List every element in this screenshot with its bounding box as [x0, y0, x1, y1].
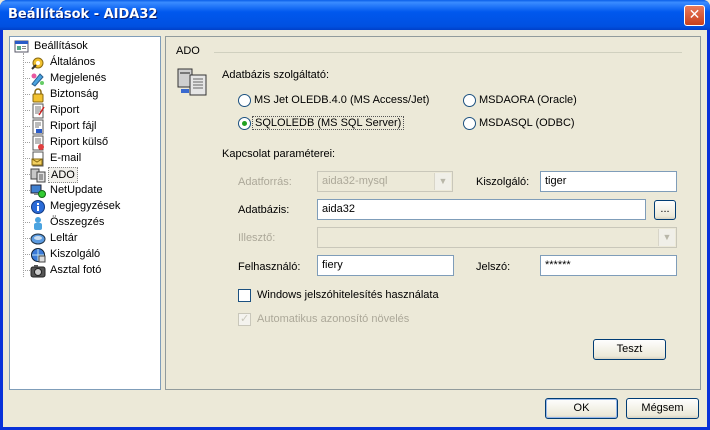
password-input[interactable]: ******: [540, 255, 677, 276]
appearance-icon: [31, 73, 44, 87]
chevron-down-icon[interactable]: ▼: [434, 173, 451, 190]
database-label: Adatbázis:: [238, 204, 290, 216]
user-input[interactable]: fiery: [317, 255, 454, 276]
auto-id-checkbox[interactable]: [238, 312, 251, 326]
settings-window: Beállítások - AIDA32 ✕ Beállítások Által…: [0, 0, 710, 430]
database-input[interactable]: aida32: [317, 199, 646, 220]
close-button[interactable]: ✕: [684, 5, 705, 26]
group-divider: [214, 52, 682, 53]
email-icon: [31, 151, 44, 167]
tree-branch: [23, 270, 30, 271]
ado-panel: ADO Adatbázis szolgáltató: MS Jet OLEDB.…: [165, 36, 701, 390]
tree-item-label: Leltár: [50, 232, 78, 244]
test-button[interactable]: Teszt: [593, 339, 666, 360]
datasource-label: Adatforrás:: [238, 176, 292, 188]
tree-item-label: Megjegyzések: [50, 200, 121, 212]
tree-root-label: Beállítások: [34, 40, 88, 52]
tree-item-label: Kiszolgáló: [50, 248, 101, 260]
tree-branch: [23, 158, 30, 159]
tree-branch: [23, 238, 30, 239]
tree-branch: [23, 110, 30, 111]
driver-label: Illesztő:: [238, 232, 276, 244]
tree-branch: [23, 62, 30, 63]
browse-database-button[interactable]: ...: [654, 200, 676, 220]
tree-branch: [23, 254, 30, 255]
inventory-icon: [30, 233, 46, 245]
database-icon: [30, 168, 46, 183]
general-icon: [31, 57, 44, 70]
tree-item-label: Összegzés: [50, 216, 105, 228]
info-icon: [31, 200, 45, 214]
windows-auth-checkbox[interactable]: [238, 289, 251, 302]
password-label: Jelszó:: [476, 261, 511, 273]
tree-item-label: Általános: [50, 56, 96, 68]
settings-tree[interactable]: Beállítások Általános Megjelenés Biztons…: [9, 36, 161, 390]
ok-button[interactable]: OK: [545, 398, 618, 419]
provider-radio-sqlserver[interactable]: [238, 117, 251, 130]
tree-branch: [23, 206, 30, 207]
user-label: Felhasználó:: [238, 261, 301, 273]
provider-radio-oracle[interactable]: [463, 94, 476, 107]
lock-icon: [32, 88, 44, 103]
tree-item-label: ADO: [48, 167, 78, 183]
provider-odbc-label[interactable]: MSDASQL (ODBC): [479, 117, 575, 129]
settings-root-icon: [14, 40, 29, 53]
server-icon: [31, 248, 46, 263]
cancel-button[interactable]: Mégsem: [626, 398, 699, 419]
report-external-icon: [32, 135, 44, 151]
server-input[interactable]: tiger: [540, 171, 677, 192]
tree-item-label: Riport külső: [50, 136, 109, 148]
report-icon: [32, 103, 45, 119]
tree-branch: [23, 126, 30, 127]
provider-label: Adatbázis szolgáltató:: [222, 69, 330, 81]
netupdate-icon: [30, 184, 46, 198]
tree-item-label: NetUpdate: [50, 184, 103, 196]
connection-params-label: Kapcsolat paraméterei:: [222, 148, 336, 160]
desktop-photo-icon: [30, 265, 46, 278]
datasource-value: aida32-mysql: [322, 175, 388, 187]
title-bar[interactable]: Beállítások - AIDA32 ✕: [0, 0, 710, 30]
datasource-combo[interactable]: aida32-mysql ▼: [317, 171, 453, 192]
provider-radio-odbc[interactable]: [463, 117, 476, 130]
group-title: ADO: [176, 45, 200, 57]
report-file-icon: [32, 119, 44, 135]
tree-item-label: Asztal fotó: [50, 264, 102, 276]
provider-radio-jet[interactable]: [238, 94, 251, 107]
tree-item-label: Biztonság: [50, 88, 99, 100]
tree-connector: [23, 53, 24, 277]
windows-auth-label[interactable]: Windows jelszóhitelesítés használata: [257, 289, 439, 301]
summary-icon: [34, 217, 42, 230]
provider-jet-label[interactable]: MS Jet OLEDB.4.0 (MS Access/Jet): [254, 94, 429, 106]
tree-branch: [23, 142, 30, 143]
tree-item-label: E-mail: [50, 152, 82, 164]
tree-branch: [23, 222, 30, 223]
tree-branch: [23, 190, 30, 191]
provider-oracle-label[interactable]: MSDAORA (Oracle): [479, 94, 577, 106]
tree-item-label: Riport fájl: [50, 120, 97, 132]
auto-id-label: Automatikus azonosító növelés: [257, 313, 410, 325]
chevron-down-icon[interactable]: ▼: [658, 229, 675, 246]
server-label: Kiszolgáló:: [476, 176, 530, 188]
tree-branch: [23, 174, 30, 175]
tree-item-label: Megjelenés: [50, 72, 107, 84]
window-title: Beállítások - AIDA32: [8, 7, 158, 22]
ado-database-icon: [177, 68, 207, 96]
tree-branch: [23, 78, 30, 79]
provider-sqlserver-label[interactable]: SQLOLEDB (MS SQL Server): [252, 116, 405, 130]
tree-item-label: Riport: [50, 104, 80, 116]
driver-combo[interactable]: ▼: [317, 227, 677, 248]
tree-branch: [23, 94, 30, 95]
dialog-client: Beállítások Általános Megjelenés Biztons…: [3, 30, 707, 427]
